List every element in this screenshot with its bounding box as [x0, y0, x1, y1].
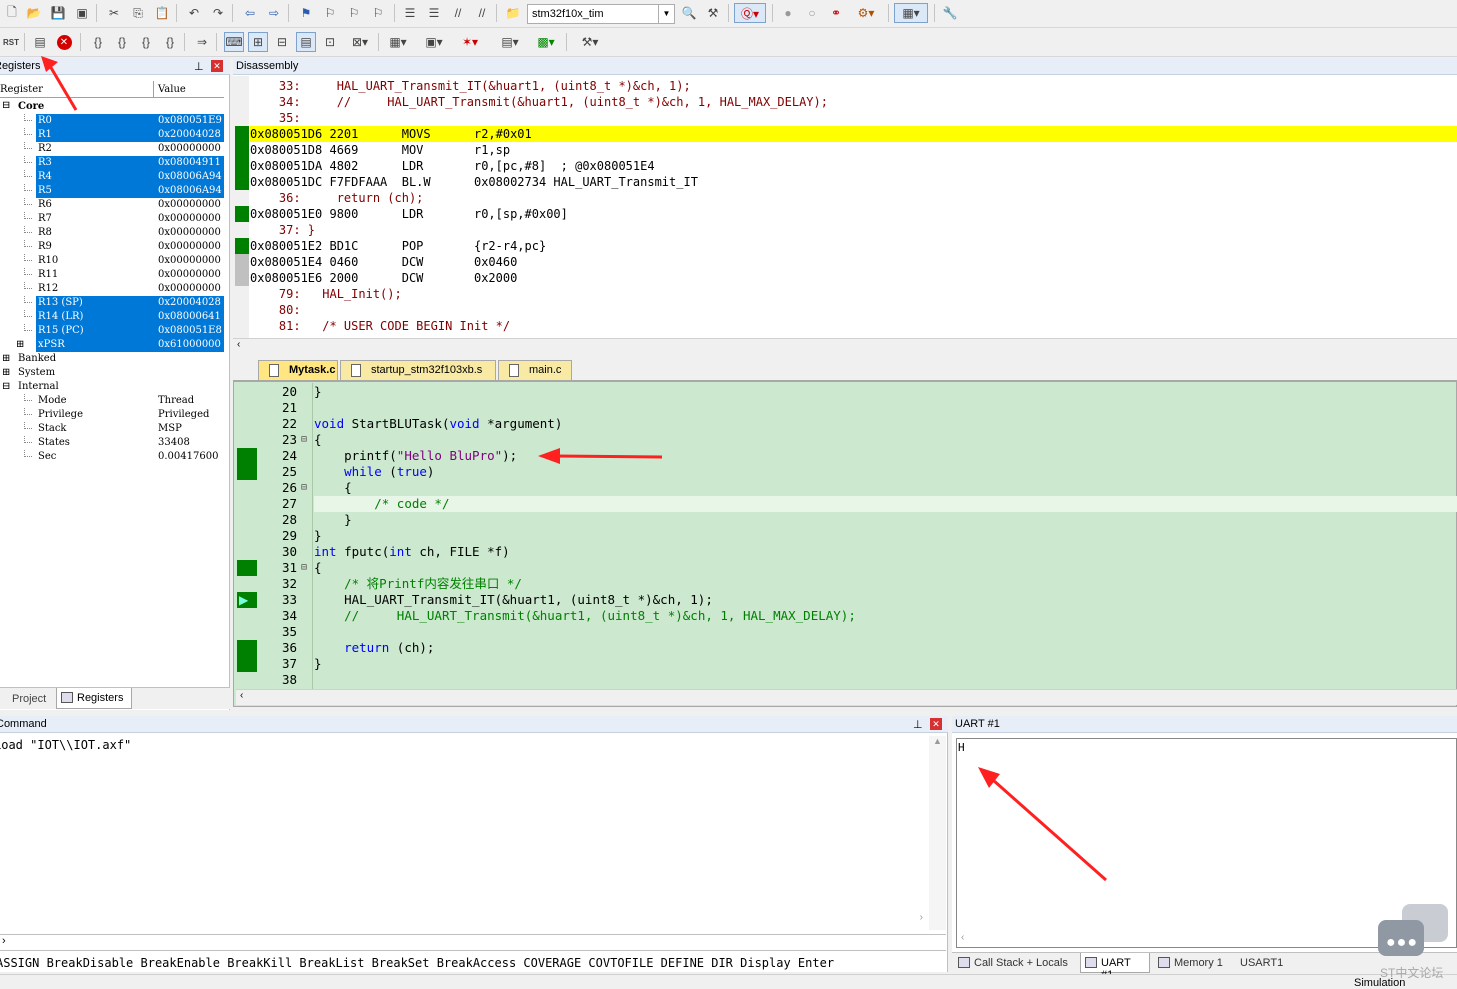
annotation-arrow-printf [538, 448, 663, 464]
annotation-arrow-registers [41, 56, 78, 111]
annotation-arrows [41, 56, 1107, 882]
annotation-arrow-uart [978, 767, 1107, 882]
